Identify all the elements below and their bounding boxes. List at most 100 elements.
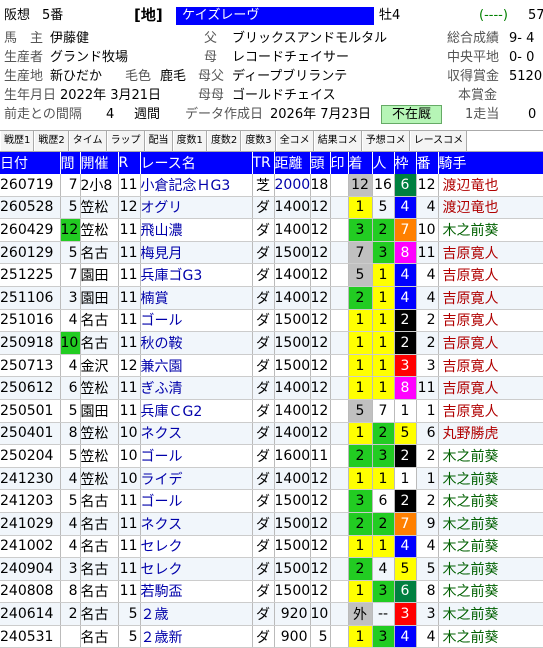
table-row[interactable]: 250612 6 笠松 11 ぎふ清ダ 1400 12 1 1 8 11 吉原寛人 [0,376,543,400]
tab-2[interactable]: タイム [68,131,107,151]
cell-pos: 3 [348,218,373,242]
tab-9[interactable]: 結果コメ [313,131,362,151]
table-row[interactable]: 251106 3 園田 11 楠賞ダ 1400 12 2 1 4 4 吉原寛人 [0,286,543,310]
cell-mark [330,331,349,355]
cell-date: 250713 [0,354,61,378]
table-row[interactable]: 240614 2 名古 5 ２歳ダ 920 10 外 -- 3 3 木之前葵 [0,602,543,626]
cell-r: 5 [118,625,141,648]
cell-mark [330,489,349,513]
cell-pop: 4 [372,557,395,581]
cell-pos: 1 [348,580,373,604]
tab-3[interactable]: ラップ [106,131,145,151]
cell-dist: 1600 [274,444,311,468]
cell-dist: 1400 [274,422,311,446]
column-header[interactable]: 日付 [0,152,61,174]
cell-date: 241203 [0,489,61,513]
cell-jockey: 吉原寛人 [438,331,543,355]
cell-ban: 4 [416,196,439,220]
column-header[interactable]: レース名 [140,152,253,174]
tab-1[interactable]: 戦歴2 [34,131,69,151]
cell-r: 11 [118,286,141,310]
column-header[interactable]: 距離 [274,152,311,174]
cell-dist: 1400 [274,376,311,400]
tab-10[interactable]: 予想コメ [361,131,410,151]
cell-pos: 12 [348,174,373,197]
cell-dist: 1500 [274,309,311,333]
cell-pos: 1 [348,422,373,446]
cell-gap: 2 [60,602,81,626]
sire-value: ブリックスアンドモルタル [232,31,388,46]
tab-11[interactable]: レースコメ [409,131,468,151]
table-row[interactable]: 240904 3 名古 11 セレクダ 1500 12 2 4 5 5 木之前葵 [0,557,543,581]
table-row[interactable]: 250204 5 笠松 10 ゴールダ 1600 11 2 3 2 2 木之前葵 [0,444,543,468]
tab-5[interactable]: 度数1 [172,131,207,151]
cell-pop: 3 [372,625,395,648]
cell-r: 5 [118,602,141,626]
cell-gap: 7 [60,174,81,197]
slot-label: 5番 [42,8,64,23]
tab-8[interactable]: 全コメ [275,131,314,151]
table-row[interactable]: 241203 5 名古 11 ゴールダ 1500 12 3 6 2 2 木之前葵 [0,489,543,513]
table-row[interactable]: 241230 4 笠松 10 ライデダ 1400 12 1 1 1 1 木之前葵 [0,467,543,491]
horse-name[interactable]: ケイズレーヴ [176,7,374,25]
tab-4[interactable]: 配当 [144,131,173,151]
cell-heads: 12 [310,309,331,333]
cell-waku: 5 [394,422,417,446]
column-header[interactable]: R [118,152,141,174]
table-row[interactable]: 250401 8 笠松 10 ネクスダ 1400 12 1 2 5 6 丸野勝虎 [0,422,543,446]
column-header[interactable]: TR [252,152,275,174]
table-row[interactable]: 260129 5 名古 11 梅見月ダ 1500 12 7 3 8 11 吉原寛人 [0,241,543,265]
cell-r: 11 [118,399,141,423]
table-row[interactable]: 250501 5 園田 11 兵庫ＣG2 ダ 1400 12 5 7 1 1 吉原寛人 [0,399,543,423]
cell-heads: 10 [310,602,331,626]
column-header[interactable]: 頭 [310,152,331,174]
cell-gap: 7 [60,263,81,287]
table-row[interactable]: 241029 4 名古 11 ネクスダ 1500 12 2 2 7 9 木之前葵 [0,512,543,536]
cell-date: 251016 [0,309,61,333]
tab-6[interactable]: 度数2 [206,131,242,151]
table-row[interactable]: 260528 5 笠松 12 オグリダ 1400 12 1 5 4 4 渡辺竜也 [0,196,543,220]
column-header[interactable]: 開催 [80,152,119,174]
cell-venue: 笠松 [80,444,119,468]
cell-date: 250401 [0,422,61,446]
cell-tr: ダ [252,467,275,491]
cell-dist: 1400 [274,196,311,220]
column-header[interactable]: 間 [60,152,81,174]
table-row[interactable]: 241002 4 名古 11 セレクダ 1500 12 1 1 4 4 木之前葵 [0,535,543,559]
cell-venue: 名古 [80,535,119,559]
column-header[interactable]: 印 [330,152,349,174]
cell-ban: 3 [416,354,439,378]
table-row[interactable]: 250918 10 名古 11 秋の鞍ダ 1500 12 1 1 2 2 吉原寛人 [0,331,543,355]
column-header[interactable]: 番 [416,152,439,174]
table-row[interactable]: 260719 7 2小8 11 小倉記念ＨG3 芝 2000 18 12 16 6 12 渡辺竜也 [0,174,543,197]
column-header[interactable]: 枠 [394,152,417,174]
table-row[interactable]: 240808 8 名古 11 若駒盃ダ 1500 12 1 3 6 8 木之前葵 [0,580,543,604]
central-label: 中央平地 [447,50,500,65]
table-row[interactable]: 251016 4 名古 11 ゴールダ 1500 12 1 1 2 2 吉原寛人 [0,309,543,333]
column-header[interactable]: 人 [372,152,395,174]
cell-venue: 名古 [80,309,119,333]
cell-jockey: 木之前葵 [438,557,543,581]
cell-ban: 2 [416,444,439,468]
interval-unit: 週間 [134,107,161,122]
cell-heads: 12 [310,422,331,446]
tab-7[interactable]: 度数3 [241,131,276,151]
cell-r: 10 [118,422,141,446]
horse-info-panel: 阪想 5番 [地] ケイズレーヴ 牡4 (----) 57 馬 主 伊藤健 生産… [0,0,543,129]
cell-waku: 4 [394,535,417,559]
cell-ban: 11 [416,376,439,400]
table-row[interactable]: 250713 4 金沢 12 兼六園ダ 1500 12 1 1 3 3 吉原寛人 [0,354,543,378]
table-row[interactable]: 251225 7 園田 11 兵庫ゴG3 ダ 1400 12 5 1 4 4 吉原寛人 [0,263,543,287]
column-header[interactable]: 着 [348,152,373,174]
column-header[interactable]: 騎手 [438,152,543,174]
table-row[interactable]: 240531 名古 5 ２歳新ダ 900 5 1 3 4 4 木之前葵 [0,625,543,648]
table-row[interactable]: 260429 12 笠松 11 飛山濃ダ 1400 12 3 2 7 10 木之前葵 [0,218,543,242]
owner-value: 伊藤健 [50,31,90,46]
cell-gap: 4 [60,309,81,333]
cell-pop: 6 [372,489,395,513]
cell-date: 240808 [0,580,61,604]
cell-jockey: 吉原寛人 [438,376,543,400]
track-type: [地] [134,6,163,24]
tab-0[interactable]: 戦歴1 [0,131,35,151]
cell-tr: ダ [252,535,275,559]
